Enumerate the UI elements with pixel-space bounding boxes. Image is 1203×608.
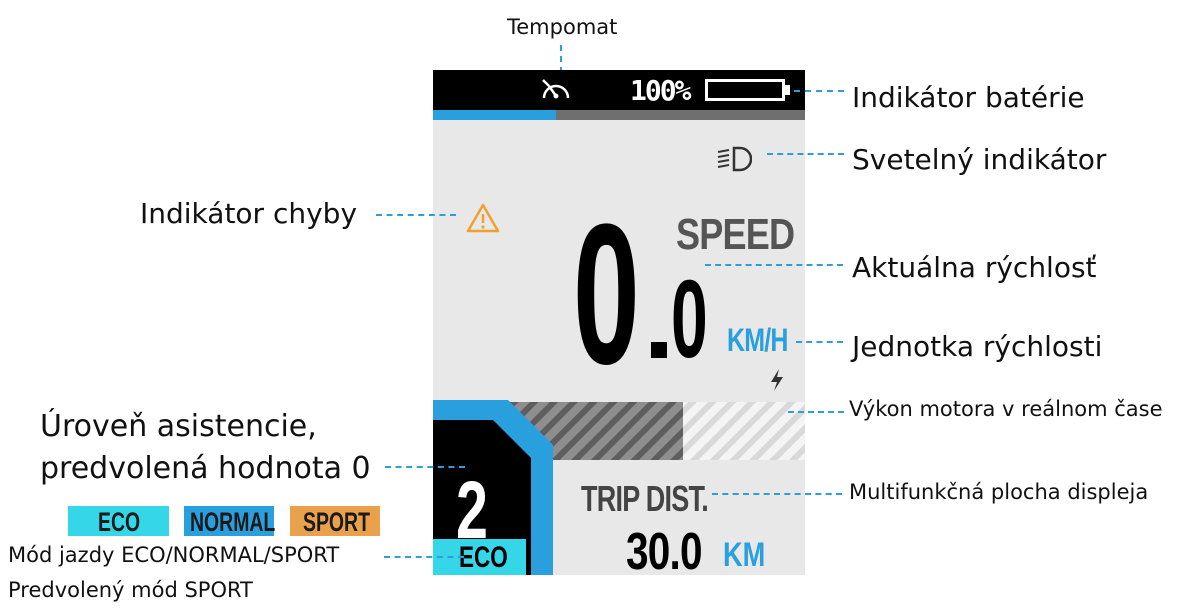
mode-legend-sport-label: SPORT: [303, 507, 370, 537]
battery-tip: [785, 85, 790, 95]
callout-power: Výkon motora v reálnom čase: [849, 397, 1163, 421]
speed-decimal: 0: [671, 258, 708, 381]
progress-bar: [433, 110, 805, 120]
mode-legend-eco: ECO: [68, 506, 169, 537]
callout-assist-line2: predvolená hodnota 0: [40, 451, 371, 486]
leader-error: [376, 214, 456, 216]
mode-legend-normal-label: NORMAL: [190, 507, 276, 537]
speed-unit: KM/H: [727, 322, 788, 358]
callout-light: Svetelný indikátor: [852, 143, 1107, 176]
drive-mode-label: ECO: [459, 541, 508, 574]
callout-multifunction: Multifunkčná plocha displeja: [849, 480, 1149, 504]
leader-unit: [796, 341, 843, 343]
headlight-icon: [716, 146, 753, 176]
status-bar: 100%: [433, 70, 805, 110]
speed-integer: 0: [573, 183, 640, 406]
mode-legend-eco-label: ECO: [98, 507, 141, 537]
speed-decimal-point: [651, 342, 667, 358]
battery-percent: 100%: [630, 74, 691, 107]
leader-multifunction: [712, 493, 842, 495]
mode-legend-sport: SPORT: [290, 506, 380, 537]
callout-cruise: Tempomat: [507, 15, 618, 39]
lightning-icon: [769, 368, 785, 396]
callout-battery: Indikátor batérie: [852, 81, 1085, 114]
callout-error: Indikátor chyby: [140, 197, 358, 230]
callout-mode-line1: Mód jazdy ECO/NORMAL/SPORT: [8, 543, 340, 567]
callout-speed: Aktuálna rýchlosť: [852, 251, 1097, 284]
leader-cruise: [560, 45, 562, 73]
battery-icon: [705, 79, 785, 101]
cruise-control-icon: [539, 76, 573, 108]
leader-speed: [705, 264, 843, 266]
callout-unit: Jednotka rýchlosti: [852, 330, 1103, 363]
warning-icon: [466, 203, 500, 237]
trip-unit: KM: [723, 536, 766, 574]
callout-mode-line2: Predvolený mód SPORT: [8, 578, 253, 602]
leader-battery: [794, 90, 844, 92]
trip-value: 30.0: [626, 523, 703, 575]
leader-assist: [385, 466, 465, 468]
leader-mode: [384, 556, 464, 558]
mode-legend-normal: NORMAL: [184, 506, 276, 537]
speed-label: SPEED: [676, 210, 795, 259]
leader-light: [767, 153, 844, 155]
callout-assist-line1: Úroveň asistencie,: [40, 409, 317, 444]
bike-display: 100% SPEED 0 0 KM/H 2 ECO TRIP DIST. 30.…: [433, 70, 805, 575]
progress-fill: [433, 110, 556, 120]
trip-label: TRIP DIST.: [581, 478, 709, 519]
leader-power: [788, 411, 844, 413]
